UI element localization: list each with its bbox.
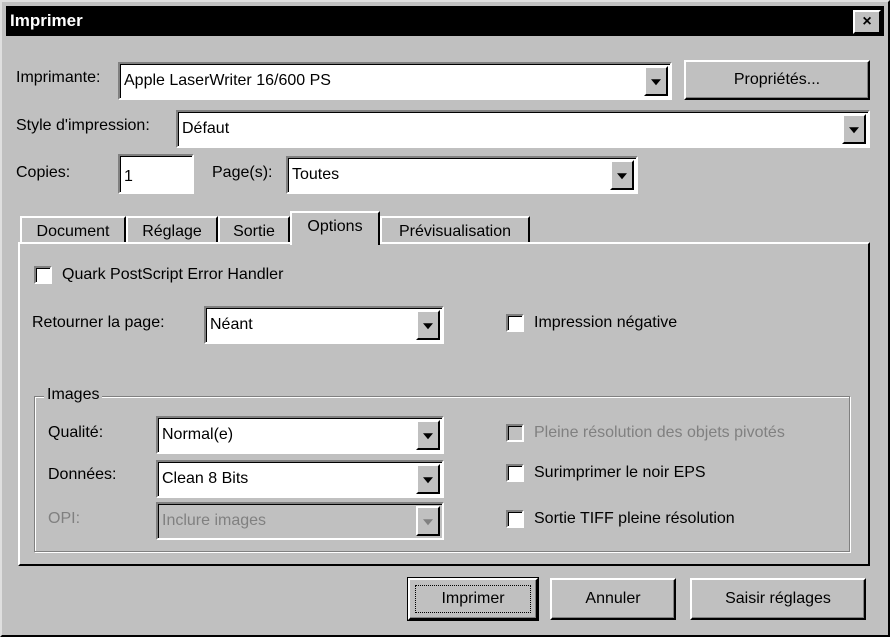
printer-label: Imprimante: xyxy=(16,69,101,86)
quality-value: Normal(e) xyxy=(162,426,234,443)
overprint-eps-label: Surimprimer le noir EPS xyxy=(534,464,706,481)
pages-value: Toutes xyxy=(292,166,340,183)
opi-value: Inclure images xyxy=(162,512,267,529)
quality-select[interactable]: Normal(e) xyxy=(156,416,444,454)
negative-print-label: Impression négative xyxy=(534,314,678,331)
print-style-select[interactable]: Défaut xyxy=(176,110,870,148)
printer-select[interactable]: Apple LaserWriter 16/600 PS xyxy=(118,62,672,100)
focus-ring xyxy=(415,585,531,613)
full-res-rotated-label: Pleine résolution des objets pivotés xyxy=(534,424,785,441)
title-bar: Imprimer × xyxy=(6,6,884,36)
chevron-down-icon[interactable] xyxy=(644,66,668,96)
pages-select[interactable]: Toutes xyxy=(286,156,638,194)
dialog-title: Imprimer xyxy=(10,11,83,30)
opi-select: Inclure images xyxy=(156,502,444,540)
copies-input[interactable]: 1 xyxy=(118,154,194,194)
images-group-legend: Images xyxy=(44,386,103,404)
printer-value: Apple LaserWriter 16/600 PS xyxy=(124,72,331,89)
cancel-button[interactable]: Annuler xyxy=(550,578,676,620)
negative-print-checkbox[interactable] xyxy=(506,314,524,332)
tab-sortie[interactable]: Sortie xyxy=(218,216,290,244)
chevron-down-icon[interactable] xyxy=(416,310,440,340)
print-style-value: Défaut xyxy=(182,120,230,137)
tiff-full-res-checkbox[interactable] xyxy=(506,510,524,528)
close-button[interactable]: × xyxy=(853,10,881,34)
tab-options[interactable]: Options xyxy=(290,211,380,245)
tiff-full-res-label: Sortie TIFF pleine résolution xyxy=(534,510,735,527)
flip-page-label: Retourner la page: xyxy=(32,314,165,331)
tab-document[interactable]: Document xyxy=(20,216,126,244)
chevron-down-icon xyxy=(416,506,440,536)
opi-label: OPI: xyxy=(48,510,81,527)
pages-label: Page(s): xyxy=(212,164,273,181)
full-res-rotated-checkbox xyxy=(506,424,524,442)
capture-settings-button[interactable]: Saisir réglages xyxy=(690,578,866,620)
data-select[interactable]: Clean 8 Bits xyxy=(156,460,444,498)
data-value: Clean 8 Bits xyxy=(162,470,249,487)
chevron-down-icon[interactable] xyxy=(610,160,634,190)
copies-value: 1 xyxy=(124,168,133,185)
quality-label: Qualité: xyxy=(48,424,104,441)
chevron-down-icon[interactable] xyxy=(416,420,440,450)
flip-page-value: Néant xyxy=(210,316,253,333)
overprint-eps-checkbox[interactable] xyxy=(506,464,524,482)
close-icon: × xyxy=(862,13,872,30)
properties-button[interactable]: Propriétés... xyxy=(684,60,870,100)
error-handler-label: Quark PostScript Error Handler xyxy=(62,266,284,283)
chevron-down-icon[interactable] xyxy=(416,464,440,494)
error-handler-checkbox[interactable] xyxy=(34,266,52,284)
tab-reglage[interactable]: Réglage xyxy=(126,216,218,244)
print-button[interactable]: Imprimer xyxy=(407,577,539,621)
copies-label: Copies: xyxy=(16,164,71,181)
tab-previsualisation[interactable]: Prévisualisation xyxy=(380,216,530,244)
data-label: Données: xyxy=(48,466,117,483)
flip-page-select[interactable]: Néant xyxy=(204,306,444,344)
print-style-label: Style d'impression: xyxy=(16,117,150,134)
chevron-down-icon[interactable] xyxy=(842,114,866,144)
